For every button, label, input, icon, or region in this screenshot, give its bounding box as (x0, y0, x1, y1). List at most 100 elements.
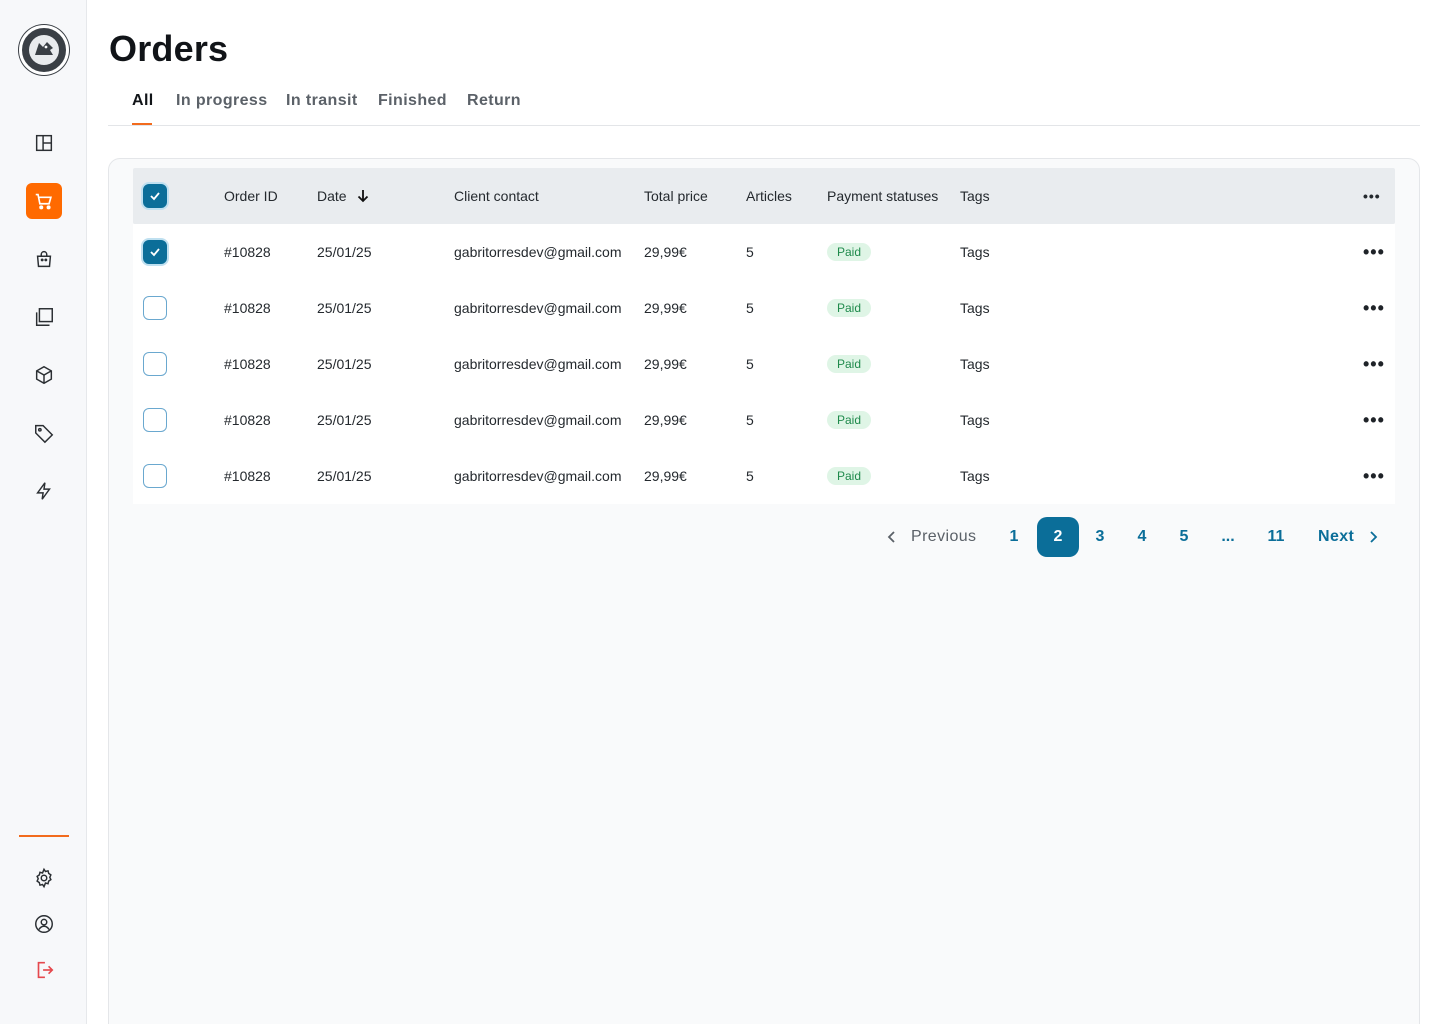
tab-all[interactable]: All (132, 92, 154, 110)
order-date: 25/01/25 (317, 244, 372, 260)
chevron-left-icon (887, 531, 895, 543)
articles-count: 5 (746, 300, 754, 316)
table-row[interactable]: #10828 25/01/25 gabritorresdev@gmail.com… (133, 448, 1395, 504)
page-1-button[interactable]: 1 (1004, 517, 1024, 557)
row-checkbox[interactable] (143, 408, 167, 432)
page-5-button[interactable]: 5 (1174, 517, 1194, 557)
page-11-button[interactable]: 11 (1263, 517, 1289, 557)
order-date: 25/01/25 (317, 300, 372, 316)
sidebar-item-tags[interactable] (26, 415, 62, 451)
client-contact: gabritorresdev@gmail.com (454, 412, 622, 428)
sidebar-item-collections[interactable] (26, 299, 62, 335)
user-icon (35, 915, 53, 933)
logo-icon[interactable] (19, 25, 69, 75)
header-order-id[interactable]: Order ID (224, 168, 278, 224)
row-checkbox[interactable] (143, 296, 167, 320)
chevron-right-icon (1370, 531, 1378, 543)
header-date[interactable]: Date (317, 168, 371, 224)
order-id: #10828 (224, 300, 271, 316)
tags-cell: Tags (960, 244, 990, 260)
header-client-contact[interactable]: Client contact (454, 168, 539, 224)
main-content: Orders All In progress In transit Finish… (87, 0, 1440, 1024)
total-price: 29,99€ (644, 468, 687, 484)
row-more-icon[interactable]: ••• (1363, 224, 1385, 280)
check-icon (150, 248, 160, 257)
tags-cell: Tags (960, 300, 990, 316)
orders-panel: Order ID Date Client contact Total price… (108, 158, 1420, 1024)
box-icon (35, 365, 53, 385)
order-date: 25/01/25 (317, 412, 372, 428)
row-more-icon[interactable]: ••• (1363, 448, 1385, 504)
tab-return[interactable]: Return (467, 92, 521, 110)
active-tab-indicator (132, 123, 152, 125)
sidebar-item-logout[interactable] (26, 952, 62, 988)
logout-icon (37, 961, 54, 979)
total-price: 29,99€ (644, 356, 687, 372)
articles-count: 5 (746, 412, 754, 428)
sidebar-item-orders[interactable] (26, 183, 62, 219)
collection-icon (35, 308, 53, 326)
sidebar-item-bag[interactable] (26, 241, 62, 277)
header-more-icon[interactable]: ••• (1363, 168, 1381, 224)
order-date: 25/01/25 (317, 356, 372, 372)
gear-icon (36, 867, 52, 889)
header-articles[interactable]: Articles (746, 168, 792, 224)
page-title: Orders (109, 28, 229, 69)
page-4-button[interactable]: 4 (1132, 517, 1152, 557)
sidebar-item-automations[interactable] (26, 473, 62, 509)
previous-page-button[interactable]: Previous (885, 517, 976, 557)
table-row[interactable]: #10828 25/01/25 gabritorresdev@gmail.com… (133, 392, 1395, 448)
table-row[interactable]: #10828 25/01/25 gabritorresdev@gmail.com… (133, 336, 1395, 392)
tags-cell: Tags (960, 356, 990, 372)
orders-table: Order ID Date Client contact Total price… (133, 168, 1395, 504)
row-checkbox[interactable] (143, 352, 167, 376)
sidebar-item-profile[interactable] (26, 906, 62, 942)
client-contact: gabritorresdev@gmail.com (454, 356, 622, 372)
page-2-button[interactable]: 2 (1037, 517, 1079, 557)
table-row[interactable]: #10828 25/01/25 gabritorresdev@gmail.com… (133, 280, 1395, 336)
status-badge: Paid (827, 299, 872, 317)
next-label: Next (1318, 528, 1355, 545)
page-3-button[interactable]: 3 (1090, 517, 1110, 557)
tags-cell: Tags (960, 468, 990, 484)
sidebar-item-settings[interactable] (26, 860, 62, 896)
tag-icon (35, 424, 54, 444)
select-all-checkbox[interactable] (143, 184, 167, 208)
client-contact: gabritorresdev@gmail.com (454, 244, 622, 260)
previous-label: Previous (911, 528, 977, 545)
sidebar-divider (19, 835, 69, 837)
status-badge: Paid (827, 243, 872, 261)
sidebar (0, 0, 87, 1024)
table-row[interactable]: #10828 25/01/25 gabritorresdev@gmail.com… (133, 224, 1395, 280)
client-contact: gabritorresdev@gmail.com (454, 300, 622, 316)
bag-icon (36, 251, 52, 268)
header-tags[interactable]: Tags (960, 168, 990, 224)
order-id: #10828 (224, 412, 271, 428)
order-id: #10828 (224, 356, 271, 372)
row-more-icon[interactable]: ••• (1363, 280, 1385, 336)
articles-count: 5 (746, 468, 754, 484)
row-more-icon[interactable]: ••• (1363, 336, 1385, 392)
next-page-button[interactable]: Next (1318, 517, 1380, 557)
status-badge: Paid (827, 411, 872, 429)
total-price: 29,99€ (644, 300, 687, 316)
header-total-price[interactable]: Total price (644, 168, 708, 224)
total-price: 29,99€ (644, 244, 687, 260)
articles-count: 5 (746, 244, 754, 260)
tab-finished[interactable]: Finished (378, 92, 447, 110)
app: Orders All In progress In transit Finish… (0, 0, 1440, 1024)
bolt-icon (36, 482, 51, 500)
tab-in-transit[interactable]: In transit (286, 92, 358, 110)
status-badge: Paid (827, 467, 872, 485)
tab-in-progress[interactable]: In progress (176, 92, 268, 110)
check-icon (150, 192, 160, 201)
sidebar-item-dashboard[interactable] (26, 125, 62, 161)
order-id: #10828 (224, 468, 271, 484)
row-more-icon[interactable]: ••• (1363, 392, 1385, 448)
table-header: Order ID Date Client contact Total price… (133, 168, 1395, 224)
row-checkbox[interactable] (143, 240, 167, 264)
row-checkbox[interactable] (143, 464, 167, 488)
sidebar-item-products[interactable] (26, 357, 62, 393)
header-payment-statuses[interactable]: Payment statuses (827, 168, 938, 224)
pagination: Previous 1 2 3 4 5 ... 11 Next (109, 517, 1421, 557)
